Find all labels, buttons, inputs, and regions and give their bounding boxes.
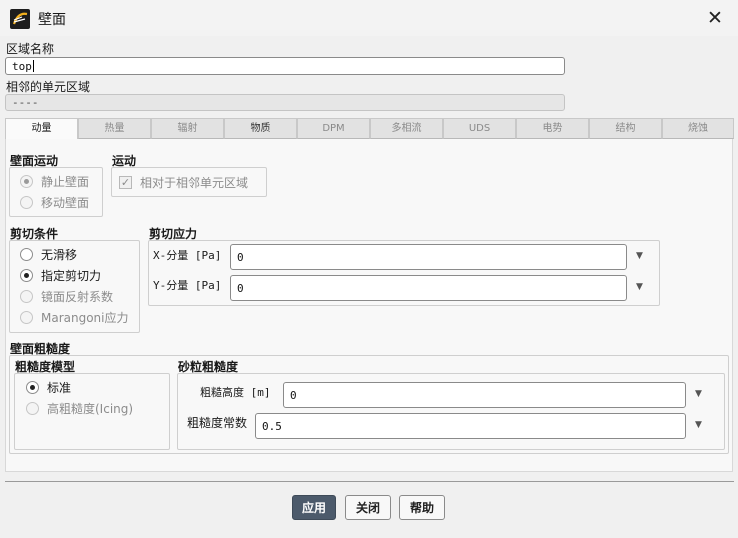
radio-button[interactable] xyxy=(20,290,33,303)
adjacent-zone-value: ---- xyxy=(12,96,39,109)
checkbox-check-icon[interactable]: ✓ xyxy=(119,176,132,189)
radio-label: 静止壁面 xyxy=(41,175,90,189)
tab-structure[interactable]: 结构 xyxy=(589,118,662,139)
roughness-constant-input[interactable]: 0.5 xyxy=(255,413,686,439)
radio-moving-wall[interactable]: 移动壁面 xyxy=(20,194,89,211)
roughness-height-value: 0 xyxy=(290,388,297,402)
chevron-down-icon[interactable]: ▼ xyxy=(636,282,643,292)
radio-button[interactable] xyxy=(20,196,33,209)
radio-label: 移动壁面 xyxy=(41,196,90,210)
radio-label: 高粗糙度(Icing) xyxy=(47,402,134,416)
checkbox-label: 相对于相邻单元区域 xyxy=(140,176,249,190)
radio-label: 标准 xyxy=(47,381,72,395)
radio-high-roughness-icing[interactable]: 高粗糙度(Icing) xyxy=(26,400,133,417)
radio-button[interactable] xyxy=(20,175,33,188)
roughness-constant-label: 粗糙度常数 xyxy=(187,416,248,430)
zone-name-input[interactable]: top xyxy=(5,57,565,75)
x-component-value: 0 xyxy=(237,250,244,264)
title-bar xyxy=(0,0,738,36)
tab-potential[interactable]: 电势 xyxy=(516,118,589,139)
radio-specified-shear[interactable]: 指定剪切力 xyxy=(20,267,101,284)
help-button[interactable]: 帮助 xyxy=(399,495,445,520)
radio-label: 镜面反射系数 xyxy=(41,290,114,304)
close-icon[interactable]: ✕ xyxy=(705,8,725,28)
zone-name-label: 区域名称 xyxy=(6,42,55,56)
radio-button[interactable] xyxy=(26,381,39,394)
radio-label: 无滑移 xyxy=(41,248,78,262)
radio-button[interactable] xyxy=(26,402,39,415)
apply-button[interactable]: 应用 xyxy=(292,495,336,520)
text-cursor xyxy=(32,60,34,72)
adjacent-zone-label: 相邻的单元区域 xyxy=(6,80,91,94)
adjacent-zone-field: ---- xyxy=(5,94,565,111)
window-title: 壁面 xyxy=(38,12,66,28)
radio-marangoni-stress[interactable]: Marangoni应力 xyxy=(20,309,129,326)
chevron-down-icon[interactable]: ▼ xyxy=(695,389,702,399)
x-component-input[interactable]: 0 xyxy=(230,244,627,270)
footer-divider xyxy=(5,481,734,482)
tab-uds[interactable]: UDS xyxy=(443,118,516,139)
radio-no-slip[interactable]: 无滑移 xyxy=(20,246,77,263)
zone-name-value: top xyxy=(12,59,32,73)
radio-button[interactable] xyxy=(20,248,33,261)
tab-ablation[interactable]: 烧蚀 xyxy=(662,118,734,139)
radio-standard[interactable]: 标准 xyxy=(26,379,71,396)
radio-button[interactable] xyxy=(20,311,33,324)
roughness-constant-value: 0.5 xyxy=(262,419,282,433)
radio-button[interactable] xyxy=(20,269,33,282)
tab-dpm[interactable]: DPM xyxy=(297,118,370,139)
tab-strip: 动量 热量 辐射 物质 DPM 多相流 UDS 电势 结构 烧蚀 xyxy=(5,118,734,140)
x-component-label: X-分量 [Pa] xyxy=(153,249,222,262)
tab-radiation[interactable]: 辐射 xyxy=(151,118,224,139)
relative-to-adjacent-checkbox[interactable]: ✓ 相对于相邻单元区域 xyxy=(119,174,248,191)
chevron-down-icon[interactable]: ▼ xyxy=(636,251,643,261)
y-component-value: 0 xyxy=(237,281,244,295)
roughness-height-input[interactable]: 0 xyxy=(283,382,686,408)
tab-multiphase[interactable]: 多相流 xyxy=(370,118,443,139)
radio-specularity-coefficient[interactable]: 镜面反射系数 xyxy=(20,288,113,305)
tab-species[interactable]: 物质 xyxy=(224,118,297,139)
ansys-fluent-logo-icon xyxy=(10,9,30,29)
tab-thermal[interactable]: 热量 xyxy=(78,118,151,139)
tab-momentum[interactable]: 动量 xyxy=(5,118,78,140)
y-component-label: Y-分量 [Pa] xyxy=(153,279,222,292)
radio-label: Marangoni应力 xyxy=(41,311,129,325)
close-button[interactable]: 关闭 xyxy=(345,495,391,520)
chevron-down-icon[interactable]: ▼ xyxy=(695,420,702,430)
y-component-input[interactable]: 0 xyxy=(230,275,627,301)
roughness-height-label: 粗糙高度 [m] xyxy=(200,386,271,399)
radio-stationary-wall[interactable]: 静止壁面 xyxy=(20,173,89,190)
radio-label: 指定剪切力 xyxy=(41,269,102,283)
